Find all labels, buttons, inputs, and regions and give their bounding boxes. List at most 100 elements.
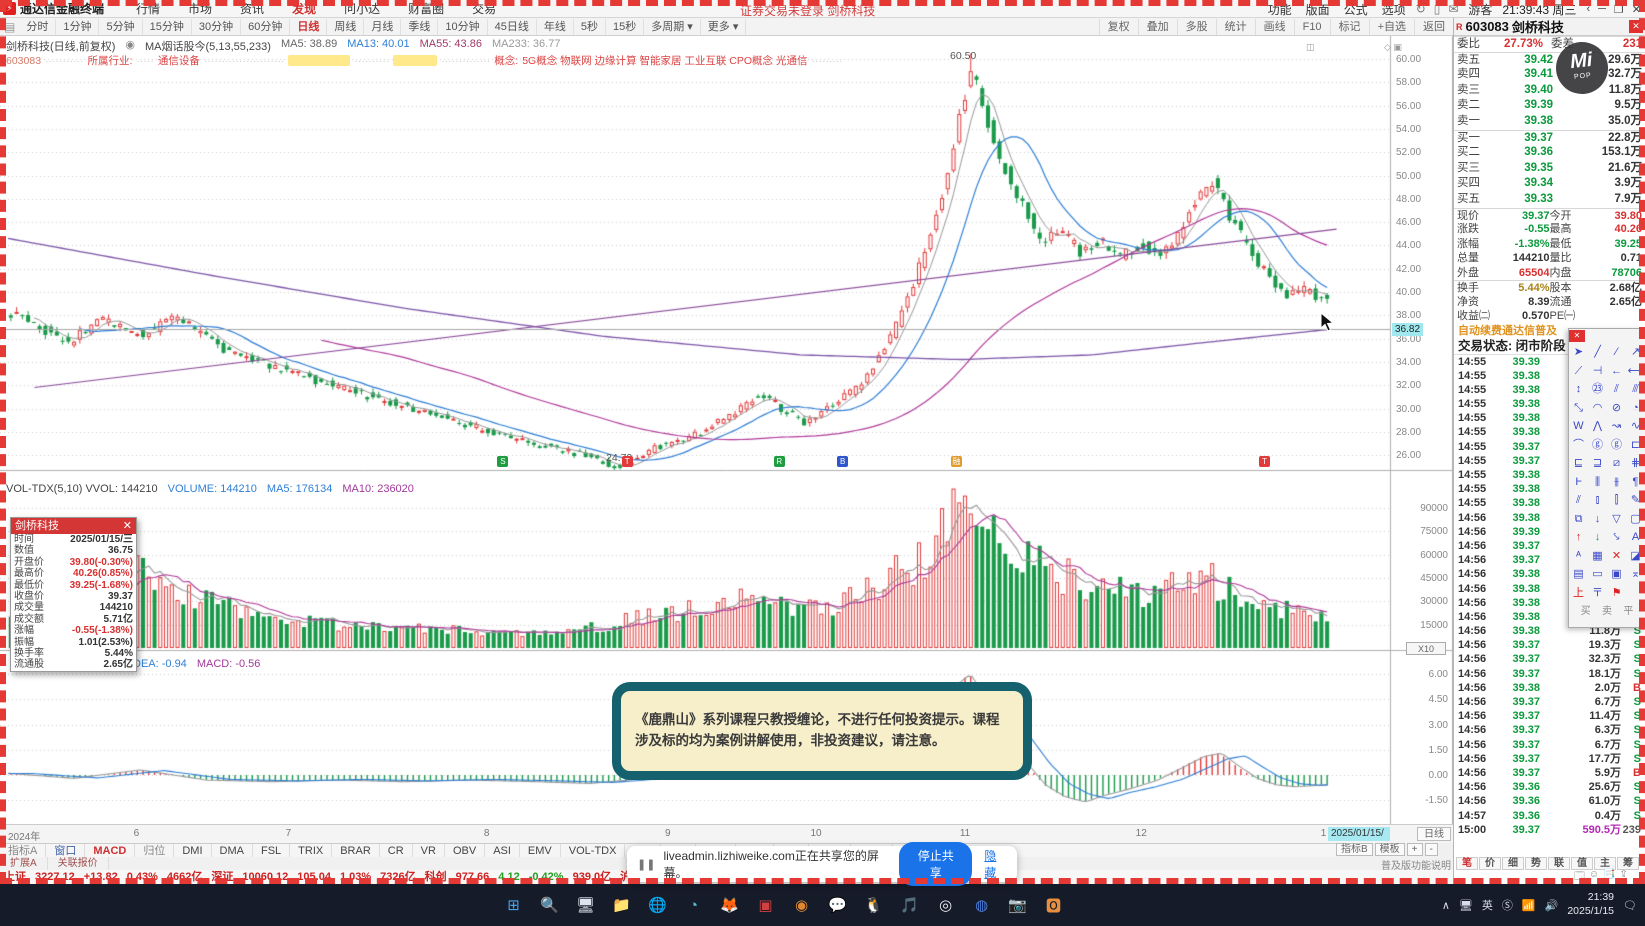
orderbook-row-买三[interactable]: 买三 39.35 21.6万 bbox=[1454, 161, 1645, 177]
browser-icon[interactable]: ◍ bbox=[968, 892, 995, 919]
menu-市场[interactable]: 市场 bbox=[174, 0, 226, 17]
period-tab-日线[interactable]: 日线 bbox=[290, 18, 328, 35]
draw-tool-icon-17[interactable]: ⋀ bbox=[1588, 417, 1607, 436]
popup-close-icon[interactable]: ✕ bbox=[123, 518, 132, 534]
indicator-tab-FSL[interactable]: FSL bbox=[253, 844, 291, 857]
event-flag-T[interactable]: T bbox=[621, 456, 633, 467]
period-tab-30分钟[interactable]: 30分钟 bbox=[192, 18, 242, 35]
corner-button-指标B[interactable]: 指标B bbox=[1336, 843, 1373, 856]
menu-行情[interactable]: 行情 bbox=[122, 0, 174, 17]
indicator-tab-DMA[interactable]: DMA bbox=[212, 844, 253, 857]
draw-mode-卖[interactable]: 卖 bbox=[1602, 602, 1612, 617]
chart-tool-icon[interactable]: ◫ bbox=[1306, 42, 1315, 53]
draw-tool-icon-6[interactable]: ← bbox=[1607, 362, 1626, 381]
toolbar-button-画线[interactable]: 画线 bbox=[1254, 18, 1294, 35]
tape-row[interactable]: 14:56 39.36 25.6万 S bbox=[1454, 780, 1645, 794]
draw-tool-icon-3[interactable]: ↗ bbox=[1626, 343, 1645, 362]
event-flag-R[interactable]: R bbox=[773, 456, 785, 467]
draw-tool-icon-24[interactable]: ⊑ bbox=[1569, 454, 1588, 473]
period-badge[interactable]: 日线 bbox=[1417, 827, 1451, 841]
view-tab-价[interactable]: 价 bbox=[1479, 857, 1501, 870]
draw-tool-icon-28[interactable]: Ⱶ bbox=[1569, 473, 1588, 492]
draw-tool-icon-48[interactable]: ▤ bbox=[1569, 565, 1588, 584]
wechat-icon[interactable]: 💬 bbox=[824, 892, 851, 919]
draw-tool-icon-43[interactable]: A bbox=[1626, 528, 1645, 547]
app-red-icon[interactable]: ▣ bbox=[752, 892, 779, 919]
corner-button--[interactable]: - bbox=[1424, 843, 1438, 856]
draw-tool-icon-22[interactable]: ⓖ bbox=[1607, 436, 1626, 455]
draw-tool-icon-34[interactable]: ⫿ bbox=[1607, 491, 1626, 510]
tape-row[interactable]: 14:56 39.37 11.4万 S bbox=[1454, 709, 1645, 723]
draw-tool-icon-13[interactable]: ◠ bbox=[1588, 399, 1607, 418]
indicator-tab-DMI[interactable]: DMI bbox=[174, 844, 212, 857]
toolbar-button-统计[interactable]: 统计 bbox=[1215, 18, 1255, 35]
tape-row[interactable]: 14:57 39.36 0.4万 S bbox=[1454, 809, 1645, 823]
draw-tool-icon-46[interactable]: ✕ bbox=[1607, 547, 1626, 566]
stop-sharing-button[interactable]: 停止共享 bbox=[899, 842, 973, 886]
tape-row[interactable]: 14:56 39.37 6.3万 S bbox=[1454, 723, 1645, 737]
draw-tool-icon-9[interactable]: ㉓ bbox=[1588, 380, 1607, 399]
start-icon[interactable]: ⊞ bbox=[500, 892, 527, 919]
music-icon[interactable]: 🎵 bbox=[896, 892, 923, 919]
ime-icon[interactable]: 英 bbox=[1482, 897, 1493, 913]
draw-tool-icon-37[interactable]: ↓ bbox=[1588, 510, 1607, 529]
period-tab-1分钟[interactable]: 1分钟 bbox=[56, 18, 100, 35]
event-flag-融[interactable]: 融 bbox=[950, 456, 962, 467]
menu-版面[interactable]: 版面 bbox=[1306, 1, 1330, 18]
draw-tool-icon-40[interactable]: ↑ bbox=[1569, 528, 1588, 547]
indicator-tab-MACD[interactable]: MACD bbox=[85, 844, 136, 857]
draw-tool-icon-21[interactable]: ⓖ bbox=[1588, 436, 1607, 455]
view-tab-联[interactable]: 联 bbox=[1548, 857, 1570, 870]
user-label[interactable]: 游客 bbox=[1468, 1, 1492, 18]
draw-tool-icon-54[interactable]: ⚑ bbox=[1607, 584, 1626, 603]
draw-tool-icon-38[interactable]: ▽ bbox=[1607, 510, 1626, 529]
tray-expand-icon[interactable]: ∧ bbox=[1442, 899, 1450, 912]
draw-tool-icon-0[interactable]: ➤ bbox=[1569, 343, 1588, 362]
store-icon[interactable]: 🅾 bbox=[1040, 892, 1067, 919]
draw-tool-icon-31[interactable]: ¶ bbox=[1626, 473, 1645, 492]
taskbar-clock[interactable]: 21:39 2025/1/15 bbox=[1567, 891, 1614, 918]
period-tab-5分钟[interactable]: 5分钟 bbox=[99, 18, 143, 35]
close-icon[interactable]: ✕ bbox=[1632, 3, 1641, 16]
draw-tool-icon-16[interactable]: W bbox=[1569, 417, 1588, 436]
orderbook-row-买五[interactable]: 买五 39.33 7.9万 bbox=[1454, 192, 1645, 208]
draw-tool-icon-30[interactable]: ⫵ bbox=[1607, 473, 1626, 492]
draw-tool-icon-26[interactable]: ⧄ bbox=[1607, 454, 1626, 473]
draw-tool-icon-10[interactable]: ⫽ bbox=[1607, 380, 1626, 399]
draw-tool-icon-39[interactable]: ▢ bbox=[1626, 510, 1645, 529]
tape-row[interactable]: 14:56 39.37 6.7万 S bbox=[1454, 738, 1645, 752]
player-icon[interactable]: ◎ bbox=[932, 892, 959, 919]
period-tab-分时[interactable]: 分时 bbox=[19, 18, 57, 35]
tape-row[interactable]: 14:56 39.36 61.0万 S bbox=[1454, 794, 1645, 808]
toolbar-button-+自选[interactable]: +自选 bbox=[1368, 18, 1414, 35]
indicator-tab-TRIX[interactable]: TRIX bbox=[290, 844, 333, 857]
panel-close-icon[interactable]: ✕ bbox=[1629, 20, 1643, 33]
draw-tool-icon-11[interactable]: ⫻ bbox=[1626, 380, 1645, 399]
tape-row[interactable]: 14:56 39.37 6.7万 S bbox=[1454, 695, 1645, 709]
ext-tab-关联报价[interactable]: 关联报价 bbox=[47, 857, 109, 870]
draw-tool-icon-44[interactable]: ᴬ bbox=[1569, 547, 1588, 566]
ext-tab-扩展A[interactable]: 扩展A bbox=[0, 857, 48, 870]
app-orange-icon[interactable]: ◉ bbox=[788, 892, 815, 919]
refresh-icon[interactable]: ↻ bbox=[1416, 2, 1426, 16]
notification-icon[interactable]: 🗨 bbox=[1623, 899, 1637, 912]
draw-tool-icon-2[interactable]: ∕ bbox=[1607, 343, 1626, 362]
indicator-tab-BRAR[interactable]: BRAR bbox=[332, 844, 380, 857]
view-tab-势[interactable]: 势 bbox=[1525, 857, 1547, 870]
period-tab-45日线[interactable]: 45日线 bbox=[488, 18, 537, 35]
toolbar-button-复权[interactable]: 复权 bbox=[1098, 18, 1138, 35]
orderbook-row-卖二[interactable]: 卖二 39.39 9.5万 bbox=[1454, 98, 1645, 114]
draw-tool-icon-51[interactable]: ⌅ bbox=[1626, 565, 1645, 584]
indicator-tab-ASI[interactable]: ASI bbox=[485, 844, 520, 857]
event-flag-S[interactable]: S bbox=[497, 456, 509, 467]
menu-发现[interactable]: 发现 bbox=[278, 0, 330, 17]
period-tab-5秒[interactable]: 5秒 bbox=[574, 18, 606, 35]
menu-功能[interactable]: 功能 bbox=[1268, 1, 1292, 18]
period-tab-月线[interactable]: 月线 bbox=[364, 18, 402, 35]
orderbook-row-买四[interactable]: 买四 39.34 3.9万 bbox=[1454, 176, 1645, 192]
period-tab-更多 ▾[interactable]: 更多 ▾ bbox=[701, 18, 747, 35]
camera-icon[interactable]: 📷 bbox=[1004, 892, 1031, 919]
draw-tool-icon-1[interactable]: ╱ bbox=[1588, 343, 1607, 362]
draw-tool-icon-23[interactable]: ⊏ bbox=[1626, 436, 1645, 455]
edge-icon[interactable]: ◔ bbox=[680, 892, 707, 919]
